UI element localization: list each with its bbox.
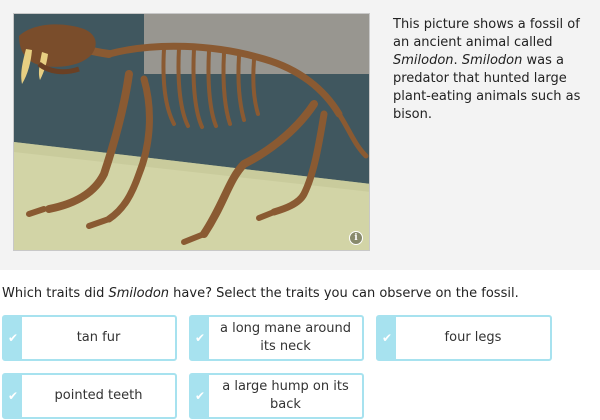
checkmark-icon: ✔ xyxy=(378,317,396,359)
option-label: a long mane around its neck xyxy=(220,321,351,354)
checkmark-icon: ✔ xyxy=(191,317,209,359)
question-prompt: Which traits did Smilodon have? Select t… xyxy=(2,286,519,301)
checkmark-icon: ✔ xyxy=(4,375,22,417)
option-label: pointed teeth xyxy=(54,388,143,403)
option-label: tan fur xyxy=(76,330,121,345)
smilodon-fossil-photo: i xyxy=(13,13,370,251)
option-four-legs[interactable]: ✔ four legs xyxy=(376,315,552,361)
caption-text: This picture shows a fossil of an ancien… xyxy=(393,17,581,122)
option-long-mane[interactable]: ✔ a long mane around its neck xyxy=(189,315,364,361)
info-icon[interactable]: i xyxy=(349,231,363,245)
checkmark-icon: ✔ xyxy=(191,375,209,417)
option-large-hump[interactable]: ✔ a large hump on its back xyxy=(189,373,364,419)
option-tan-fur[interactable]: ✔ tan fur xyxy=(2,315,177,361)
option-pointed-teeth[interactable]: ✔ pointed teeth xyxy=(2,373,177,419)
option-label: a large hump on its back xyxy=(222,379,349,412)
checkmark-icon: ✔ xyxy=(4,317,22,359)
option-label: four legs xyxy=(444,330,502,345)
question-media-panel: i This picture shows a fossil of an anci… xyxy=(0,0,600,270)
